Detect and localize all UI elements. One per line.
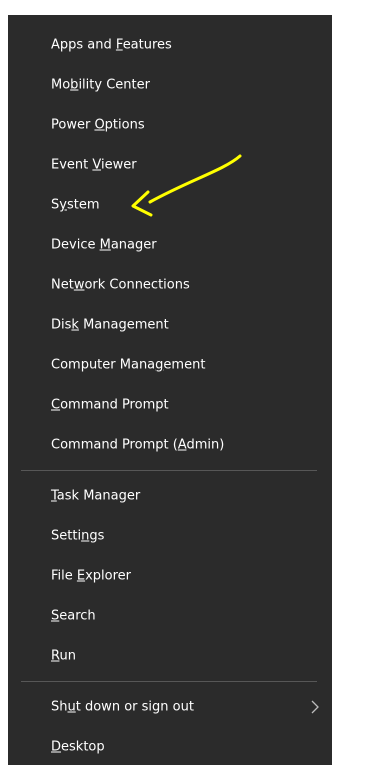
menu-item-mobility-center[interactable]: Mobility Center	[8, 65, 332, 105]
access-key: u	[67, 699, 76, 715]
access-key: C	[51, 397, 61, 413]
menu-separator	[21, 470, 317, 471]
menu-item-label: Settings	[51, 528, 105, 544]
menu-item-computer-management[interactable]: Computer Management	[8, 345, 332, 385]
menu-item-label: Device Manager	[51, 237, 157, 253]
menu-item-run[interactable]: Run	[8, 636, 332, 676]
menu-item-desktop[interactable]: Desktop	[8, 727, 332, 767]
menu-item-label: Computer Management	[51, 357, 206, 373]
menu-item-search[interactable]: Search	[8, 596, 332, 636]
menu-item-power-options[interactable]: Power Options	[8, 105, 332, 145]
access-key: V	[92, 157, 101, 173]
menu-item-label: Command Prompt	[51, 397, 169, 413]
menu-item-label: Desktop	[51, 739, 105, 755]
menu-item-label: Task Manager	[51, 488, 141, 504]
menu-item-command-prompt-admin[interactable]: Command Prompt (Admin)	[8, 425, 332, 465]
menu-item-label: File Explorer	[51, 568, 132, 584]
access-key: D	[51, 739, 62, 755]
menu-separator	[21, 681, 317, 682]
menu-item-shut-down-or-sign-out[interactable]: Shut down or sign out	[8, 687, 332, 727]
access-key: y	[59, 197, 67, 213]
menu-item-file-explorer[interactable]: File Explorer	[8, 556, 332, 596]
menu-item-device-manager[interactable]: Device Manager	[8, 225, 332, 265]
access-key: M	[99, 237, 111, 253]
context-menu: Apps and Features Mobility Center Power Op…	[8, 15, 332, 765]
menu-item-command-prompt[interactable]: Command Prompt	[8, 385, 332, 425]
menu-item-label: Command Prompt (Admin)	[51, 437, 225, 453]
menu-item-label: System	[51, 197, 100, 213]
menu-item-label: Disk Management	[51, 317, 169, 333]
access-key: O	[94, 117, 105, 133]
menu-item-label: Event Viewer	[51, 157, 137, 173]
menu-item-apps-and-features[interactable]: Apps and Features	[8, 25, 332, 65]
menu-item-label: Power Options	[51, 117, 145, 133]
menu-item-label: Apps and Features	[51, 37, 172, 53]
access-key: k	[71, 317, 79, 333]
access-key: E	[76, 568, 86, 584]
menu-item-system[interactable]: System	[8, 185, 332, 225]
menu-item-event-viewer[interactable]: Event Viewer	[8, 145, 332, 185]
menu-item-network-connections[interactable]: Network Connections	[8, 265, 332, 305]
access-key: F	[115, 37, 123, 53]
access-key: w	[73, 277, 85, 293]
menu-item-label: Shut down or sign out	[51, 699, 194, 715]
chevron-right-icon	[311, 700, 319, 714]
menu-item-label: Mobility Center	[51, 77, 150, 93]
menu-item-disk-management[interactable]: Disk Management	[8, 305, 332, 345]
menu-item-task-manager[interactable]: Task Manager	[8, 476, 332, 516]
menu-item-label: Run	[51, 648, 76, 664]
menu-item-label: Network Connections	[51, 277, 190, 293]
menu-item-settings[interactable]: Settings	[8, 516, 332, 556]
menu-item-label: Search	[51, 608, 96, 624]
